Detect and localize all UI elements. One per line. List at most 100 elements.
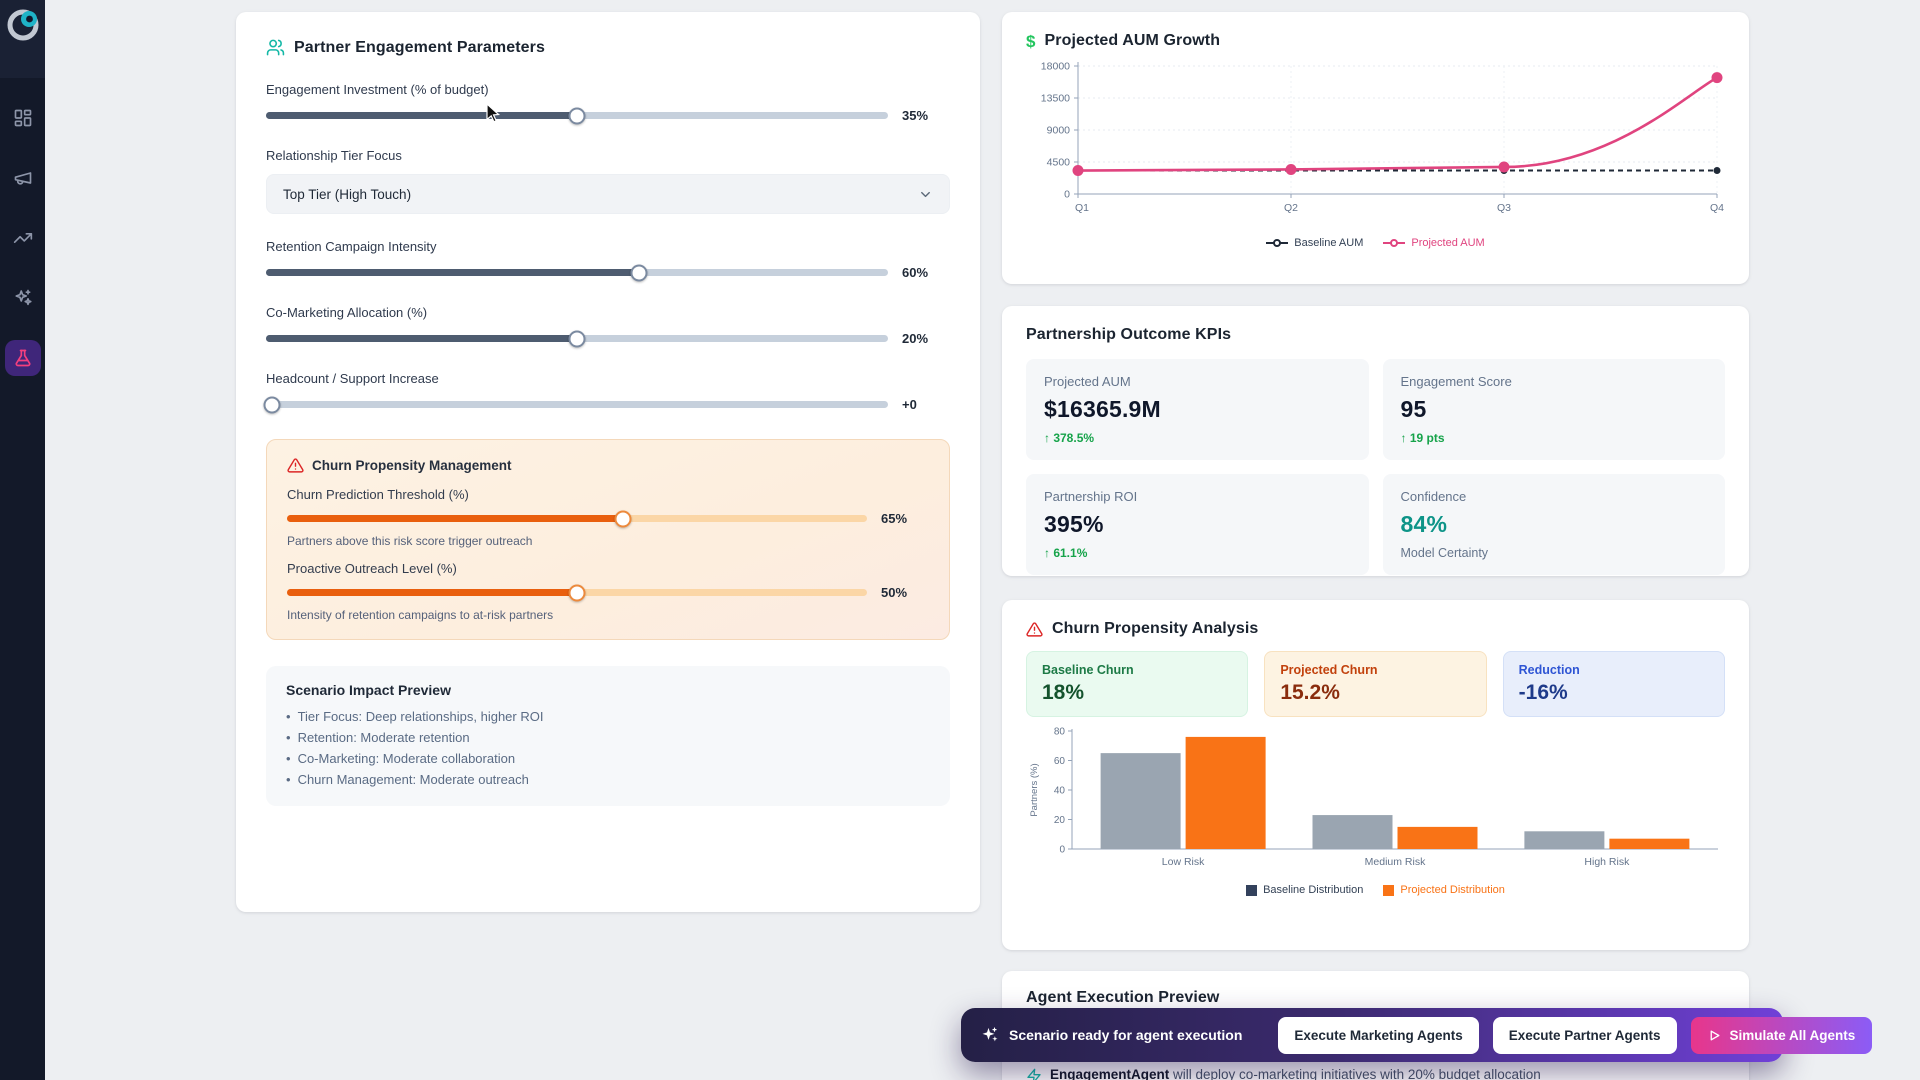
kpi-delta: ↑ 378.5% xyxy=(1044,431,1351,445)
sidebar-item-campaigns[interactable] xyxy=(5,160,41,196)
headcount-label: Headcount / Support Increase xyxy=(266,371,950,386)
agent-description: will deploy co-marketing initiatives wit… xyxy=(1173,1067,1541,1080)
svg-text:Medium Risk: Medium Risk xyxy=(1365,856,1426,868)
kpi-engagement-score: Engagement Score 95 ↑ 19 pts xyxy=(1383,359,1726,460)
retention-intensity-slider[interactable] xyxy=(266,269,888,276)
kpi-value: $16365.9M xyxy=(1044,396,1351,423)
stat-baseline-churn: Baseline Churn 18% xyxy=(1026,651,1248,717)
churn-analysis-card: Churn Propensity Analysis Baseline Churn… xyxy=(1002,600,1749,950)
zap-icon xyxy=(1026,1068,1042,1080)
legend-item-baseline-distribution[interactable]: Baseline Distribution xyxy=(1246,884,1363,896)
svg-text:18000: 18000 xyxy=(1041,61,1070,73)
sidebar-item-ai[interactable] xyxy=(5,280,41,316)
risk-legend: Baseline Distribution Projected Distribu… xyxy=(1026,884,1725,896)
sidebar-item-dashboard[interactable] xyxy=(5,100,41,136)
slider-thumb[interactable] xyxy=(569,107,586,124)
line-marker-icon xyxy=(1383,238,1405,248)
toolbar-status: Scenario ready for agent execution xyxy=(981,1026,1242,1044)
legend-item-projected-distribution[interactable]: Projected Distribution xyxy=(1383,884,1505,896)
app-logo[interactable] xyxy=(0,0,45,78)
toolbar-status-text: Scenario ready for agent execution xyxy=(1009,1027,1242,1043)
slider-thumb[interactable] xyxy=(631,264,648,281)
execute-marketing-agents-button[interactable]: Execute Marketing Agents xyxy=(1278,1017,1478,1054)
churn-threshold-help: Partners above this risk score trigger o… xyxy=(287,534,929,548)
svg-text:Q2: Q2 xyxy=(1284,202,1298,214)
slider-fill xyxy=(287,589,577,596)
megaphone-icon xyxy=(13,168,33,188)
scenario-bullet: Retention: Moderate retention xyxy=(286,727,930,748)
warning-icon xyxy=(287,457,304,474)
slider-thumb[interactable] xyxy=(569,584,586,601)
kpi-delta: ↑ 19 pts xyxy=(1401,431,1708,445)
logo-icon xyxy=(4,6,42,44)
panel-title: Partner Engagement Parameters xyxy=(294,39,545,57)
kpi-delta: ↑ 61.1% xyxy=(1044,546,1351,560)
retention-intensity-label: Retention Campaign Intensity xyxy=(266,239,950,254)
churn-threshold-label: Churn Prediction Threshold (%) xyxy=(287,487,929,502)
aum-legend: Baseline AUM Projected AUM xyxy=(1026,237,1725,249)
churn-box-title: Churn Propensity Management xyxy=(312,458,512,473)
users-icon xyxy=(266,38,285,57)
churn-threshold-group: Churn Prediction Threshold (%) 65% Partn… xyxy=(287,487,929,548)
agent-preview-title: Agent Execution Preview xyxy=(1026,989,1725,1007)
dollar-icon: $ xyxy=(1026,33,1035,50)
sidebar xyxy=(0,0,45,1080)
sparkles-icon xyxy=(981,1026,999,1044)
headcount-group: Headcount / Support Increase +0 xyxy=(266,371,950,412)
kpi-partnership-roi: Partnership ROI 395% ↑ 61.1% xyxy=(1026,474,1369,575)
churn-threshold-value: 65% xyxy=(881,511,929,526)
headcount-slider[interactable] xyxy=(266,401,888,408)
slider-thumb[interactable] xyxy=(615,510,632,527)
comarketing-group: Co-Marketing Allocation (%) 20% xyxy=(266,305,950,346)
aum-line-chart: 0450090001350018000Q1Q2Q3Q4 xyxy=(1026,58,1725,228)
simulate-all-agents-button[interactable]: Simulate All Agents xyxy=(1691,1017,1873,1054)
stat-projected-churn: Projected Churn 15.2% xyxy=(1264,651,1486,717)
comarketing-value: 20% xyxy=(902,331,950,346)
svg-text:80: 80 xyxy=(1054,727,1066,738)
svg-text:Q4: Q4 xyxy=(1710,202,1724,214)
trending-up-icon xyxy=(13,228,33,248)
svg-text:9000: 9000 xyxy=(1047,125,1071,137)
engagement-investment-slider[interactable] xyxy=(266,112,888,119)
legend-item-projected-aum[interactable]: Projected AUM xyxy=(1383,237,1484,249)
comarketing-label: Co-Marketing Allocation (%) xyxy=(266,305,950,320)
svg-text:Partners (%): Partners (%) xyxy=(1029,763,1040,816)
retention-intensity-group: Retention Campaign Intensity 60% xyxy=(266,239,950,280)
kpi-sub-label: Model Certainty xyxy=(1401,546,1708,560)
svg-text:20: 20 xyxy=(1054,815,1066,826)
tier-focus-select[interactable]: Top Tier (High Touch) xyxy=(266,174,950,214)
slider-thumb[interactable] xyxy=(264,396,281,413)
slider-fill xyxy=(266,112,577,119)
kpi-label: Confidence xyxy=(1401,489,1708,504)
risk-bar-chart: 020406080Partners (%)Low RiskMedium Risk… xyxy=(1026,725,1725,877)
stat-label: Projected Churn xyxy=(1280,663,1470,677)
sidebar-item-analytics[interactable] xyxy=(5,220,41,256)
slider-thumb[interactable] xyxy=(569,330,586,347)
outreach-level-value: 50% xyxy=(881,585,929,600)
kpi-card: Partnership Outcome KPIs Projected AUM $… xyxy=(1002,306,1749,576)
svg-text:4500: 4500 xyxy=(1047,157,1071,169)
svg-text:Q1: Q1 xyxy=(1075,202,1089,214)
churn-management-box: Churn Propensity Management Churn Predic… xyxy=(266,439,950,640)
scenario-bullet: Co-Marketing: Moderate collaboration xyxy=(286,748,930,769)
churn-threshold-slider[interactable] xyxy=(287,515,867,522)
stat-label: Reduction xyxy=(1519,663,1709,677)
tier-focus-group: Relationship Tier Focus Top Tier (High T… xyxy=(266,148,950,214)
svg-text:Q3: Q3 xyxy=(1497,202,1511,214)
outreach-level-slider[interactable] xyxy=(287,589,867,596)
churn-stats-row: Baseline Churn 18% Projected Churn 15.2%… xyxy=(1026,651,1725,717)
kpi-value: 95 xyxy=(1401,396,1708,423)
churn-analysis-title: Churn Propensity Analysis xyxy=(1052,620,1258,638)
comarketing-slider[interactable] xyxy=(266,335,888,342)
legend-item-baseline-aum[interactable]: Baseline AUM xyxy=(1266,237,1363,249)
kpi-value: 84% xyxy=(1401,511,1708,538)
kpi-value: 395% xyxy=(1044,511,1351,538)
svg-text:0: 0 xyxy=(1059,845,1065,856)
execute-partner-agents-button[interactable]: Execute Partner Agents xyxy=(1493,1017,1677,1054)
warning-icon xyxy=(1026,621,1043,638)
sparkles-icon xyxy=(13,288,33,308)
legend-label: Baseline AUM xyxy=(1294,237,1363,249)
dashboard-icon xyxy=(13,108,33,128)
slider-fill xyxy=(266,269,639,276)
sidebar-item-scenario-lab[interactable] xyxy=(5,340,41,376)
